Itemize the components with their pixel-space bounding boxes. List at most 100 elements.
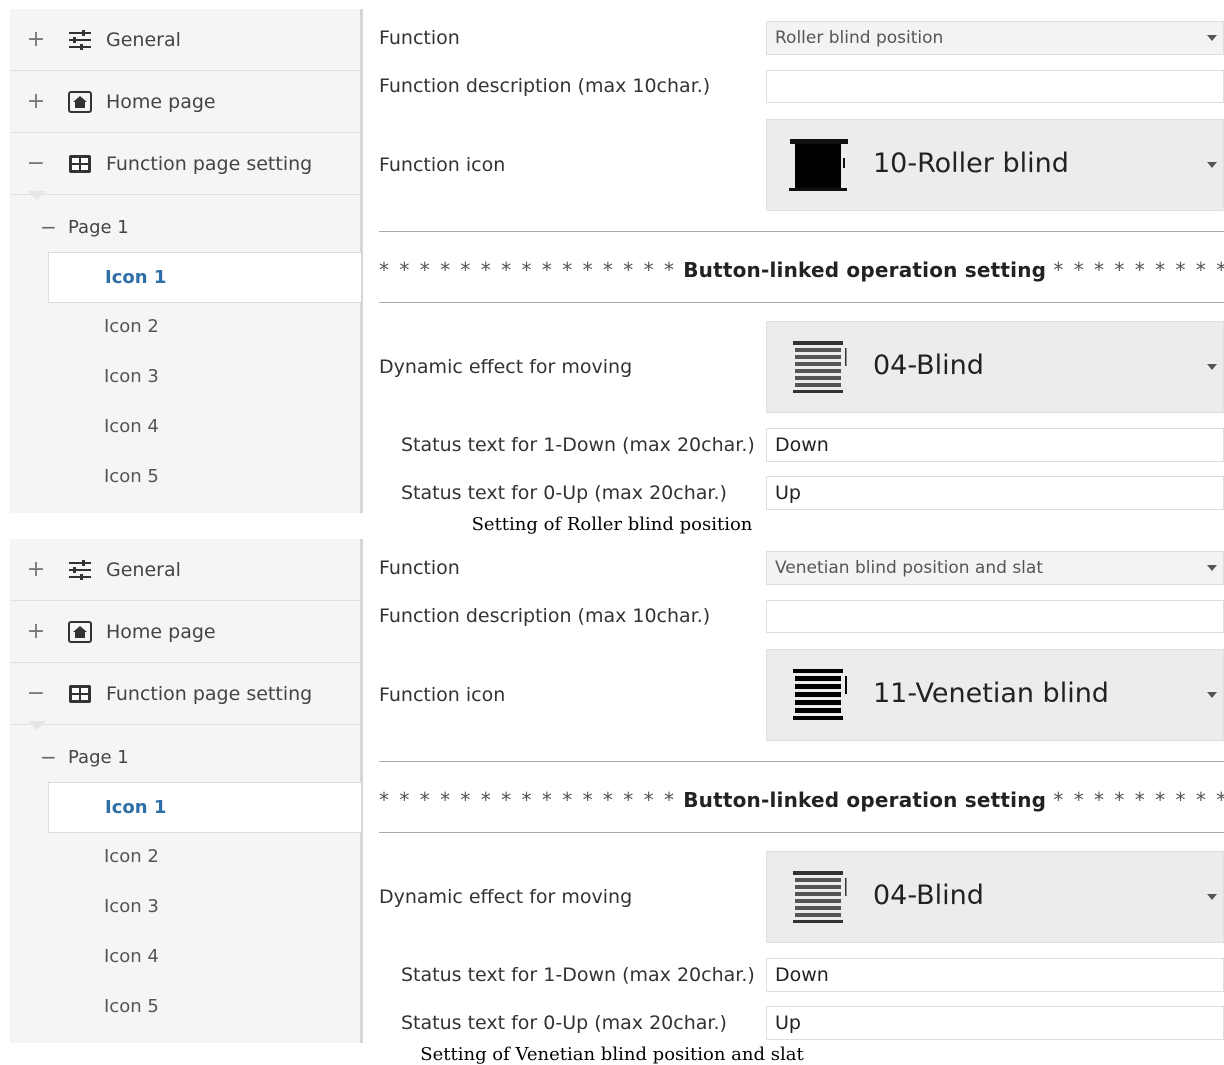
tree-node-home-page[interactable]: + Home page <box>10 71 360 133</box>
blind-icon <box>787 870 851 926</box>
tree-node-label: Page 1 <box>68 216 129 238</box>
function-icon-select[interactable]: 10-Roller blind <box>766 119 1224 211</box>
status-text-up-input[interactable]: Up <box>766 1006 1224 1040</box>
section-stars-left: * * * * * * * * * * * * * * * <box>379 258 677 282</box>
tree-node-label: General <box>106 558 181 581</box>
tree-item-icon-2[interactable]: Icon 2 <box>48 832 360 881</box>
status-text-down-input[interactable]: Down <box>766 428 1224 462</box>
tree-item-icon-5[interactable]: Icon 5 <box>48 452 360 501</box>
tree-node-function-page-setting[interactable]: − Function page setting <box>10 133 360 195</box>
tree-item-icon-1[interactable]: Icon 1 <box>48 782 361 833</box>
tree-node-page-1[interactable]: − Page 1 <box>10 207 360 247</box>
grid-icon <box>68 682 92 706</box>
venetian-blind-settings-panel: + General + Home page − Function page se… <box>0 539 1224 1043</box>
collapse-icon[interactable]: − <box>26 151 46 176</box>
tree-connector <box>28 721 46 730</box>
tree-node-label: General <box>106 28 181 51</box>
section-stars-left: * * * * * * * * * * * * * * * <box>379 788 677 812</box>
chevron-down-icon <box>1207 35 1217 41</box>
tree-item-label: Icon 5 <box>104 466 159 487</box>
tree-item-icon-2[interactable]: Icon 2 <box>48 302 360 351</box>
collapse-icon[interactable]: − <box>26 681 46 706</box>
section-divider <box>379 302 1224 303</box>
function-select[interactable]: Venetian blind position and slat <box>766 551 1224 585</box>
function-description-label: Function description (max 10char.) <box>379 605 711 627</box>
section-divider <box>379 832 1224 833</box>
home-icon <box>68 90 92 114</box>
roller-blind-icon <box>787 138 851 194</box>
section-stars-right: * * * * * * * * * * * * * * * <box>1053 258 1224 282</box>
chevron-down-icon <box>1207 565 1217 571</box>
grid-icon <box>68 152 92 176</box>
roller-blind-settings-panel: + General + Home page − Function page se… <box>0 9 1224 513</box>
tree-item-icon-3[interactable]: Icon 3 <box>48 352 360 401</box>
function-description-label: Function description (max 10char.) <box>379 75 711 97</box>
tree-item-icon-4[interactable]: Icon 4 <box>48 932 360 981</box>
function-label: Function <box>379 27 460 49</box>
parameter-form: Function Venetian blind position and sla… <box>364 539 1224 1043</box>
home-icon <box>68 620 92 644</box>
tree-node-function-page-setting[interactable]: − Function page setting <box>10 663 360 725</box>
function-select-value: Roller blind position <box>775 28 944 48</box>
section-divider <box>379 761 1224 762</box>
expand-icon[interactable]: + <box>26 557 46 582</box>
tree-item-label: Icon 3 <box>104 896 159 917</box>
section-divider <box>379 231 1224 232</box>
blind-icon <box>787 340 851 396</box>
section-heading-button-linked-operation: * * * * * * * * * * * * * * * Button-lin… <box>379 258 1224 282</box>
tree-node-home-page[interactable]: + Home page <box>10 601 360 663</box>
dynamic-effect-select[interactable]: 04-Blind <box>766 851 1224 943</box>
tree-node-label: Function page setting <box>106 152 313 175</box>
parameter-tree: + General + Home page − Function page se… <box>10 9 363 513</box>
section-title: Button-linked operation setting <box>683 788 1047 812</box>
section-heading-button-linked-operation: * * * * * * * * * * * * * * * Button-lin… <box>379 788 1224 812</box>
dynamic-effect-value: 04-Blind <box>873 350 984 381</box>
tree-item-label: Icon 1 <box>105 797 167 818</box>
status-text-up-input[interactable]: Up <box>766 476 1224 510</box>
function-description-input[interactable] <box>766 70 1224 103</box>
tree-node-general[interactable]: + General <box>10 539 360 601</box>
sliders-icon <box>68 558 92 582</box>
parameter-form: Function Roller blind position Function … <box>364 9 1224 513</box>
tree-item-label: Icon 1 <box>105 267 167 288</box>
tree-node-general[interactable]: + General <box>10 9 360 71</box>
tree-node-label: Home page <box>106 620 216 643</box>
tree-node-page-1[interactable]: − Page 1 <box>10 737 360 777</box>
tree-item-label: Icon 3 <box>104 366 159 387</box>
sliders-icon <box>68 28 92 52</box>
function-select[interactable]: Roller blind position <box>766 21 1224 55</box>
figure-caption: Setting of Venetian blind position and s… <box>420 1044 804 1065</box>
tree-item-icon-1[interactable]: Icon 1 <box>48 252 361 303</box>
tree-node-label: Function page setting <box>106 682 313 705</box>
expand-icon[interactable]: + <box>26 619 46 644</box>
function-description-input[interactable] <box>766 600 1224 633</box>
expand-icon[interactable]: + <box>26 27 46 52</box>
function-icon-label: Function icon <box>379 154 506 176</box>
tree-item-label: Icon 4 <box>104 416 159 437</box>
function-icon-value: 10-Roller blind <box>873 148 1069 179</box>
function-icon-value: 11-Venetian blind <box>873 678 1109 709</box>
collapse-icon[interactable]: − <box>40 215 57 239</box>
status-text-up-value: Up <box>775 1012 801 1034</box>
tree-node-label: Page 1 <box>68 746 129 768</box>
expand-icon[interactable]: + <box>26 89 46 114</box>
status-text-down-value: Down <box>775 434 829 456</box>
status-text-down-input[interactable]: Down <box>766 958 1224 992</box>
tree-item-label: Icon 2 <box>104 846 159 867</box>
tree-item-label: Icon 5 <box>104 996 159 1017</box>
dynamic-effect-label: Dynamic effect for moving <box>379 356 633 378</box>
function-select-value: Venetian blind position and slat <box>775 558 1043 578</box>
status-text-down-label: Status text for 1-Down (max 20char.) <box>401 434 755 456</box>
dynamic-effect-select[interactable]: 04-Blind <box>766 321 1224 413</box>
chevron-down-icon <box>1207 364 1217 370</box>
status-text-up-value: Up <box>775 482 801 504</box>
collapse-icon[interactable]: − <box>40 745 57 769</box>
function-icon-label: Function icon <box>379 684 506 706</box>
function-icon-select[interactable]: 11-Venetian blind <box>766 649 1224 741</box>
parameter-tree: + General + Home page − Function page se… <box>10 539 363 1043</box>
tree-item-icon-4[interactable]: Icon 4 <box>48 402 360 451</box>
tree-connector <box>28 191 46 200</box>
tree-item-icon-5[interactable]: Icon 5 <box>48 982 360 1031</box>
dynamic-effect-value: 04-Blind <box>873 880 984 911</box>
tree-item-icon-3[interactable]: Icon 3 <box>48 882 360 931</box>
